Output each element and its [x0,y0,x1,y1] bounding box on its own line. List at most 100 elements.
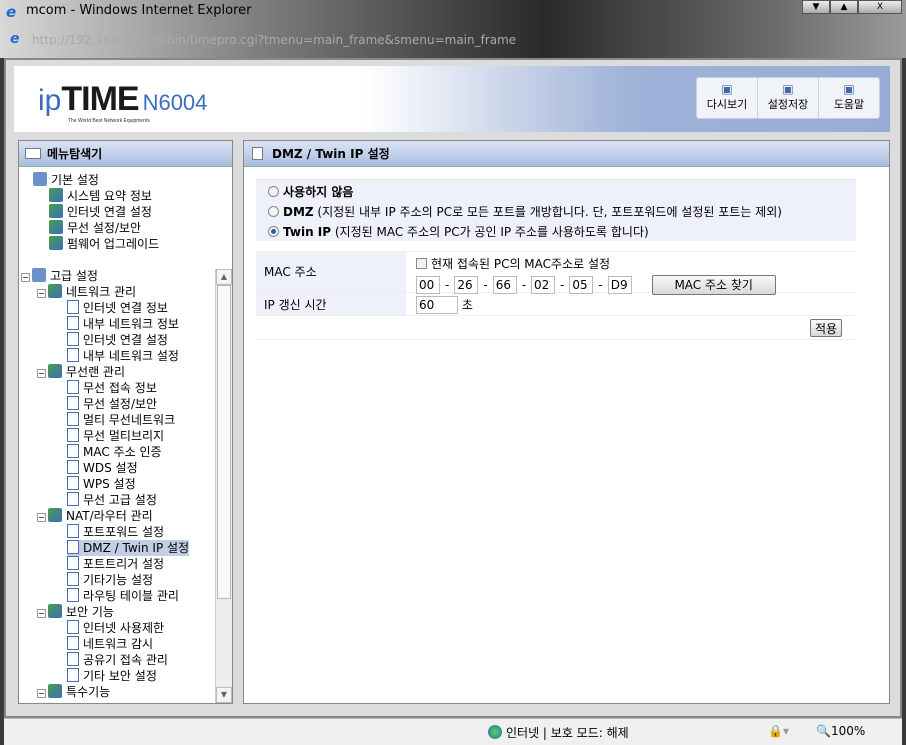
tree-item[interactable]: 멀티 무선네트워크 [67,412,175,428]
page-icon [67,636,79,650]
toolbar-button-1[interactable]: ▣ 설정저장 [758,78,819,118]
tree-item-label: 특수기능 [66,685,111,699]
close-button[interactable]: X [858,0,902,14]
tree-item[interactable]: 무선 고급 설정 [67,492,157,508]
mac-auto-checkbox[interactable] [416,258,427,269]
tree-item[interactable]: 펌웨어 업그레이드 [49,236,159,252]
mode-option-0[interactable]: 사용하지 않음 [268,182,856,202]
tree-group[interactable]: − 보안 기능 [37,604,114,620]
toggle-icon[interactable]: − [37,513,46,522]
mac-octet-input[interactable]: 26 [454,276,479,294]
tree-item-label: 네트워크 관리 [66,285,137,299]
tree-item[interactable]: 인터넷 연결 설정 [49,204,152,220]
tree-item-label: 무선 고급 설정 [83,493,157,507]
scroll-down-button[interactable]: ▼ [216,687,232,703]
tree-item[interactable]: WDS 설정 [67,460,138,476]
mac-label: MAC 주소 [256,252,406,292]
tree-item[interactable]: WPS 설정 [67,476,136,492]
settings-folder-icon [48,508,62,522]
radio-button[interactable] [268,186,279,197]
option-desc: (지정된 MAC 주소의 PC가 공인 IP 주소를 사용하도록 합니다) [331,225,649,239]
page-icon [67,668,79,682]
tree-item[interactable]: 인터넷 연결 정보 [67,300,168,316]
toolbar-button-label: 도움말 [833,98,865,111]
apply-button[interactable]: 적용 [810,319,842,337]
toggle-icon[interactable]: − [37,689,46,698]
tree-item[interactable]: 포트트리거 설정 [67,556,164,572]
toolbar-button-0[interactable]: ▣ 다시보기 [697,78,758,118]
mode-option-1[interactable]: DMZ (지정된 내부 IP 주소의 PC로 모든 포트를 개방합니다. 단, … [268,202,856,222]
tree-group[interactable]: − NAT/라우터 관리 [37,508,153,524]
scroll-thumb[interactable] [217,285,231,599]
option-label: DMZ [283,205,314,219]
mac-octet-input[interactable]: 05 [569,276,594,294]
tree-group[interactable]: − 무선랜 관리 [37,364,125,380]
tree-group[interactable]: − 네트워크 관리 [37,284,136,300]
mode-option-2[interactable]: Twin IP (지정된 MAC 주소의 PC가 공인 IP 주소를 사용하도록… [268,222,856,242]
twin-ip-form: MAC 주소 현재 접속된 PC의 MAC주소로 설정 00-26-66-02-… [256,251,856,340]
iptime-logo: ipTIME N6004 The World Best Network Equipm… [38,80,208,124]
maximize-button[interactable]: ▲ [830,0,858,14]
tree-scrollbar[interactable]: ▲ ▼ [215,269,232,703]
refresh-icon: ▣ [721,82,733,96]
tree-item[interactable]: MAC 주소 인증 [67,444,162,460]
tree-item[interactable]: 시스템 요약 정보 [49,188,152,204]
tree-item[interactable]: 무선 접속 정보 [67,380,157,396]
toolbar-button-label: 설정저장 [767,98,809,111]
tree-item[interactable]: 네트워크 감시 [67,636,153,652]
tree-item[interactable]: 내부 네트워크 설정 [67,348,179,364]
toggle-icon[interactable]: − [37,609,46,618]
tree-item[interactable]: 무선 설정/보안 [67,396,157,412]
toolbar-button-2[interactable]: ▣ 도움말 [819,78,879,118]
toggle-icon[interactable]: − [37,289,46,298]
zoom-level[interactable]: 🔍100% [816,724,865,738]
settings-folder-icon [48,364,62,378]
mac-auto-label: 현재 접속된 PC의 MAC주소로 설정 [431,257,611,271]
mac-octet-input[interactable]: D9 [607,276,632,294]
toggle-icon[interactable]: − [21,273,30,282]
tree-item[interactable]: 내부 네트워크 정보 [67,316,179,332]
menu-explorer: 메뉴탐색기 기본 설정 시스템 요약 정보 인터넷 연결 설정 무선 설정/보안 펌웨어… [18,140,233,704]
mac-octet-input[interactable]: 02 [531,276,556,294]
settings-folder-icon [49,220,63,234]
page-icon [67,428,79,442]
tree-item[interactable]: 라우팅 테이블 관리 [67,588,179,604]
tree-item[interactable]: 포트포워드 설정 [67,524,164,540]
content-panel: DMZ / Twin IP 설정 사용하지 않음 DMZ (지정된 내부 IP 주… [243,140,890,704]
tree-item[interactable]: 무선 설정/보안 [49,220,141,236]
mac-separator: - [521,278,527,292]
radio-button[interactable] [268,206,279,217]
radio-button[interactable] [268,226,279,237]
protected-mode-icon[interactable]: 🔒▾ [768,724,789,738]
tree-advanced-settings[interactable]: − 고급 설정 [21,268,98,284]
mac-octet-input[interactable]: 66 [492,276,517,294]
page-icon [67,316,79,330]
tree-item[interactable]: 인터넷 사용제한 [67,620,164,636]
page-icon [67,476,79,490]
toggle-icon[interactable]: − [37,369,46,378]
settings-folder-icon [49,188,63,202]
tree-item[interactable]: 무선 멀티브리지 [67,428,164,444]
mac-separator: - [598,278,603,292]
tree-item-label: 무선 설정/보안 [83,397,158,411]
menu-explorer-header: 메뉴탐색기 [19,141,232,167]
tree-item-label: 보안 기능 [66,605,114,619]
tree-group[interactable]: − 특수기능 [37,684,110,700]
tree-item-label: 무선 설정/보안 [67,221,142,235]
tree-item[interactable]: 인터넷 연결 설정 [67,332,168,348]
mac-find-button[interactable]: MAC 주소 찾기 [651,275,776,295]
tree-item-label: 내부 네트워크 설정 [83,349,179,363]
tree-item-label: 포트트리거 설정 [83,557,165,571]
tree-item[interactable]: 기타 보안 설정 [67,668,157,684]
mac-octet-input[interactable]: 00 [416,276,440,294]
tree-basic-settings[interactable]: 기본 설정 [33,172,99,188]
ip-renew-label: IP 갱신 시간 [256,293,406,315]
tree-item[interactable]: 기타기능 설정 [67,572,153,588]
tree-item-label: 기타 보안 설정 [83,669,157,683]
tree-item[interactable]: DMZ / Twin IP 설정 [67,540,190,556]
ip-renew-input[interactable]: 60 [416,296,458,314]
tree-item[interactable]: 공유기 접속 관리 [67,652,168,668]
scroll-up-button[interactable]: ▲ [216,269,232,285]
page-icon [67,300,79,314]
minimize-button[interactable]: ▼ [802,0,830,14]
